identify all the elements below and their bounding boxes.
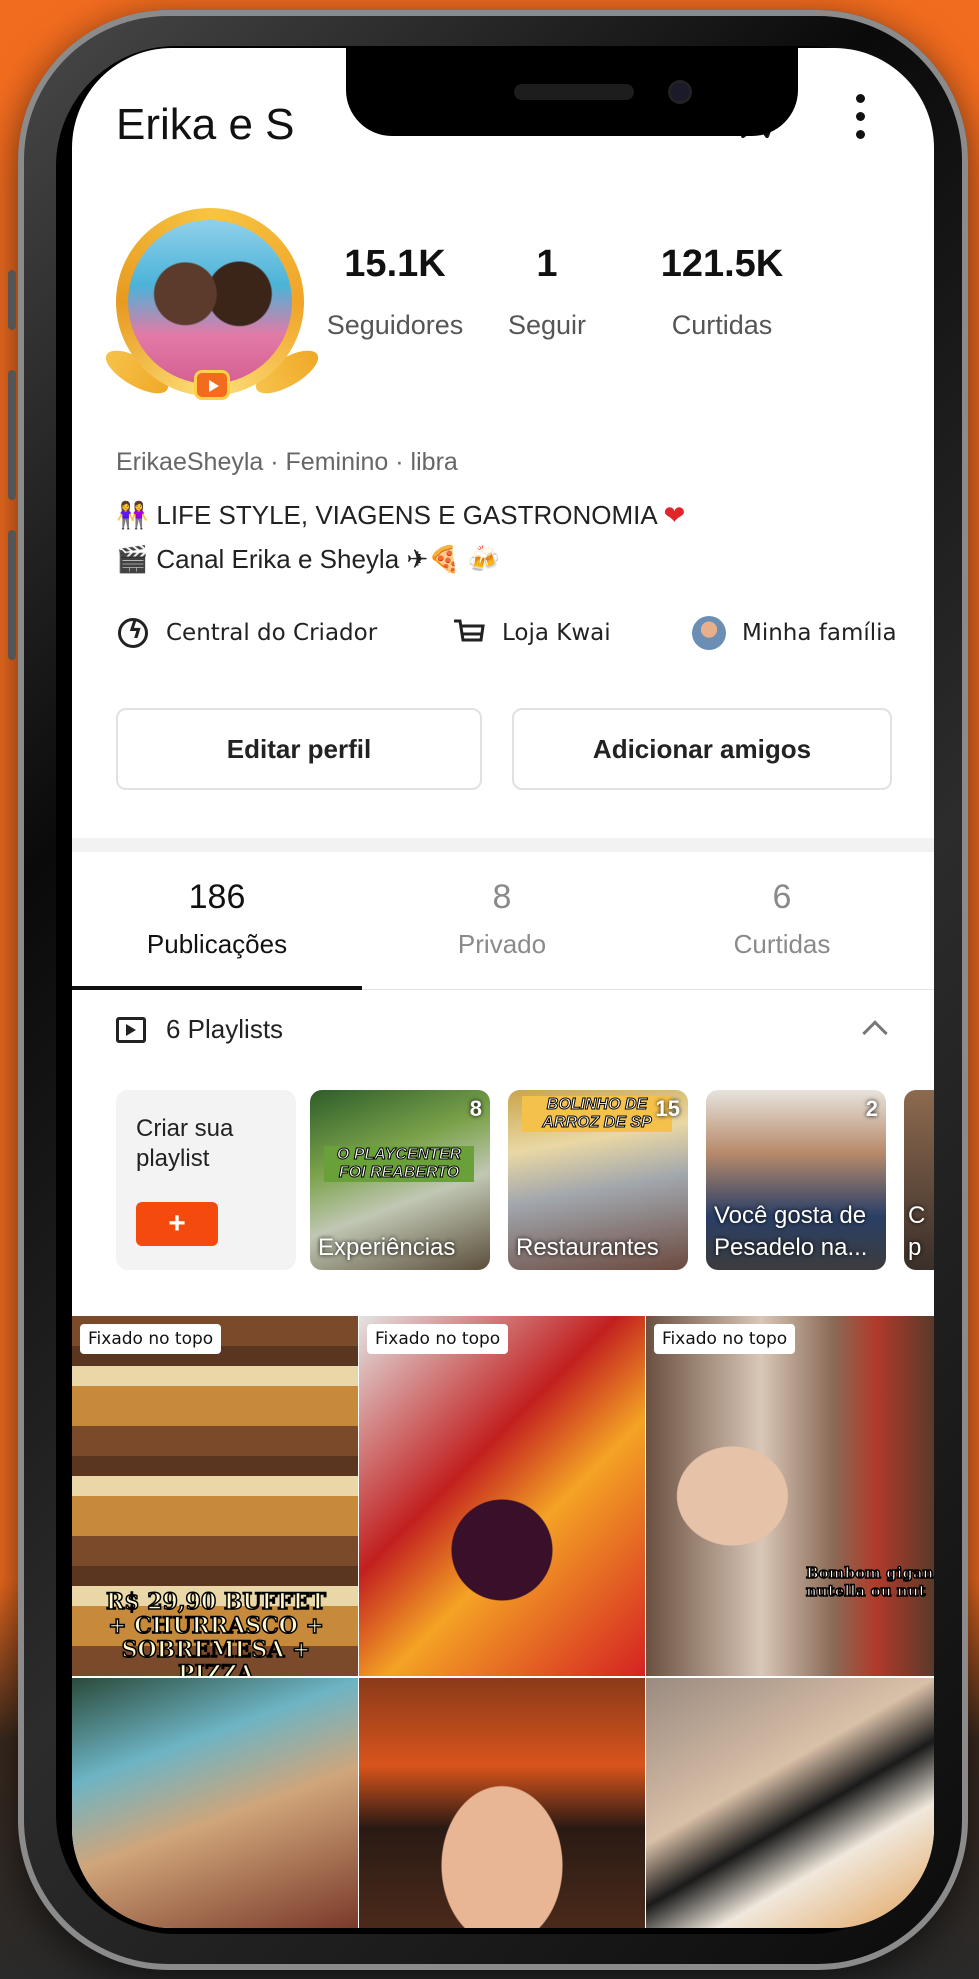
- link-kwai-shop[interactable]: Loja Kwai: [452, 616, 611, 650]
- create-playlist-button[interactable]: +: [136, 1202, 218, 1246]
- heart-icon: ❤: [663, 500, 686, 530]
- stat-label: Seguir: [507, 310, 587, 340]
- tab-count: 8: [492, 878, 512, 916]
- playlist-overlay-text: BOLINHO DE ARROZ DE SP: [522, 1096, 672, 1132]
- link-label: Central do Criador: [166, 620, 378, 646]
- bio-line-1: 👭 LIFE STYLE, VIAGENS E GASTRONOMIA ❤: [116, 500, 686, 530]
- stat-label: Seguidores: [326, 310, 464, 340]
- video-thumbnail[interactable]: [646, 1678, 934, 1928]
- active-tab-indicator: [72, 986, 362, 990]
- profile-name: Erika e S: [116, 100, 295, 149]
- stat-value: 15.1K: [344, 243, 446, 285]
- playlist-card[interactable]: O PLAYCENTER FOI REABERTO 8 Experiências: [310, 1090, 490, 1270]
- video-thumbnail[interactable]: [72, 1678, 358, 1928]
- playlist-count: 15: [655, 1096, 680, 1121]
- playlist-count: 8: [469, 1096, 482, 1121]
- phone-side-button: [8, 270, 16, 330]
- video-thumbnail[interactable]: Fixado no topo: [359, 1316, 645, 1676]
- tab-label: Curtidas: [733, 929, 831, 959]
- stat-following[interactable]: 1 Seguir: [492, 243, 602, 341]
- playlist-overlay-text: Você gosta de: [714, 1202, 867, 1229]
- pinned-badge: Fixado no topo: [80, 1324, 222, 1354]
- family-icon: [692, 616, 726, 650]
- playlist-card[interactable]: BOLINHO DE ARROZ DE SP 15 Restaurantes: [508, 1090, 688, 1270]
- live-badge-icon: [194, 370, 230, 400]
- pinned-badge: Fixado no topo: [654, 1324, 796, 1354]
- tab-count: 6: [772, 878, 792, 916]
- clapper-icon: 🎬: [116, 544, 149, 574]
- pinned-badge: Fixado no topo: [367, 1324, 509, 1354]
- playlist-count: 2: [865, 1096, 878, 1121]
- playlist-icon: [116, 1016, 146, 1043]
- video-caption: Bombom gigan nutella ou nut: [805, 1563, 934, 1601]
- more-options-icon[interactable]: [850, 94, 870, 150]
- chevron-up-icon[interactable]: [862, 1020, 888, 1046]
- create-playlist-label: Criar sua playlist: [136, 1115, 234, 1172]
- tab-count: 186: [188, 878, 246, 916]
- playlist-title: Pesadelo na...: [714, 1234, 868, 1261]
- people-icon: 👭: [116, 500, 149, 530]
- link-creator-center[interactable]: Central do Criador: [116, 616, 377, 650]
- plane-icon: ✈: [406, 544, 429, 574]
- stat-value: 121.5K: [660, 243, 784, 285]
- bolt-icon: [118, 618, 148, 648]
- beer-icon: 🍻: [467, 544, 501, 574]
- quick-links: Central do Criador Loja Kwai Minha famíl…: [116, 616, 916, 656]
- tab-label: Privado: [457, 929, 547, 959]
- playlist-card[interactable]: C p: [904, 1090, 934, 1270]
- stat-value: 1: [536, 243, 558, 285]
- pizza-icon: 🍕: [428, 544, 461, 574]
- playlist-title: Restaurantes: [516, 1234, 659, 1261]
- playlists-header[interactable]: 6 Playlists: [116, 1014, 283, 1045]
- profile-meta: ErikaeSheyla · Feminino · libra: [116, 448, 458, 476]
- link-label: Minha família: [742, 620, 897, 646]
- stat-followers[interactable]: 15.1K Seguidores: [320, 243, 470, 341]
- phone-side-button: [8, 530, 16, 660]
- link-my-family[interactable]: Minha família: [692, 616, 897, 650]
- playlist-overlay-text: O PLAYCENTER FOI REABERTO: [324, 1146, 474, 1182]
- stat-label: Curtidas: [671, 310, 773, 340]
- video-thumbnail[interactable]: [359, 1678, 645, 1928]
- cart-icon: [452, 616, 486, 650]
- playlist-overlay-text: C: [908, 1202, 926, 1229]
- playlists-title: 6 Playlists: [166, 1014, 284, 1044]
- avatar[interactable]: [99, 198, 325, 418]
- phone-side-button: [8, 370, 16, 500]
- tab-likes[interactable]: 6 Curtidas: [682, 878, 882, 960]
- playlist-card[interactable]: 2 Você gosta de Pesadelo na...: [706, 1090, 886, 1270]
- tab-label: Publicações: [146, 929, 288, 959]
- notch: [346, 48, 798, 136]
- video-thumbnail[interactable]: Fixado no topo Bombom gigan nutella ou n…: [646, 1316, 934, 1676]
- add-friends-button[interactable]: Adicionar amigos: [512, 708, 892, 790]
- section-divider: [72, 838, 934, 852]
- app-screen: Erika e S 15.1K Seguidores 1 Seguir 121.…: [72, 48, 934, 1928]
- tab-private[interactable]: 8 Privado: [402, 878, 602, 960]
- create-playlist-card[interactable]: Criar sua playlist +: [116, 1090, 296, 1270]
- link-label: Loja Kwai: [502, 620, 611, 646]
- playlist-title: p: [908, 1234, 922, 1261]
- bio-line-2: 🎬 Canal Erika e Sheyla ✈🍕 🍻: [116, 544, 501, 574]
- stat-likes[interactable]: 121.5K Curtidas: [642, 243, 802, 341]
- video-thumbnail[interactable]: Fixado no topo R$ 29,90 BUFFET + CHURRAS…: [72, 1316, 358, 1676]
- tab-publications[interactable]: 186 Publicações: [112, 878, 322, 960]
- edit-profile-button[interactable]: Editar perfil: [116, 708, 482, 790]
- video-caption: R$ 29,90 BUFFET + CHURRASCO + SOBREMESA …: [105, 1589, 326, 1676]
- playlist-title: Experiências: [318, 1234, 456, 1261]
